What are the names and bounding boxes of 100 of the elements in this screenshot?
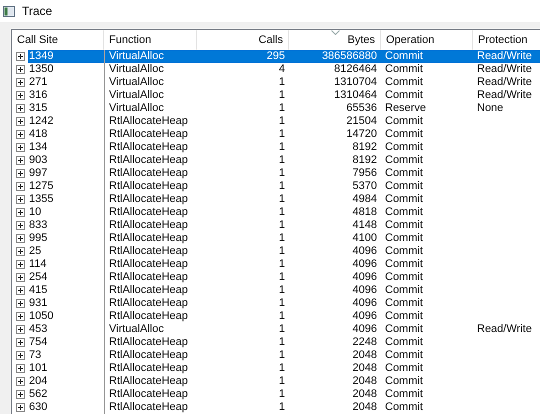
table-row[interactable]: 316 VirtualAlloc 1 1310464 Commit Read/Write — [12, 89, 540, 102]
table-cell-text: 1 — [278, 232, 286, 245]
table-cell-text: Commit — [384, 401, 424, 414]
table-row[interactable]: 134 RtlAllocateHeap 1 8192 Commit — [12, 141, 540, 154]
table-cell-text: 1 — [278, 258, 286, 271]
table-row[interactable]: 630 RtlAllocateHeap 1 2048 Commit — [12, 401, 540, 414]
table-row[interactable]: 73 RtlAllocateHeap 1 2048 Commit — [12, 349, 540, 362]
expand-icon[interactable] — [16, 195, 25, 204]
expand-icon[interactable] — [16, 104, 25, 113]
table-cell-text: 1310464 — [333, 89, 378, 102]
expand-icon[interactable] — [16, 117, 25, 126]
table-row[interactable]: 995 RtlAllocateHeap 1 4100 Commit — [12, 232, 540, 245]
table-cell-text: 1275 — [28, 180, 54, 193]
expand-icon[interactable] — [16, 169, 25, 178]
table-cell-text: 271 — [28, 76, 48, 89]
table-row[interactable]: 114 RtlAllocateHeap 1 4096 Commit — [12, 258, 540, 271]
table-row[interactable]: 562 RtlAllocateHeap 1 2048 Commit — [12, 388, 540, 401]
table-cell: VirtualAlloc — [104, 323, 197, 336]
table-cell: RtlAllocateHeap — [104, 362, 197, 375]
table-cell-text: 8192 — [352, 154, 378, 167]
table-row[interactable]: 10 RtlAllocateHeap 1 4818 Commit — [12, 206, 540, 219]
table-row[interactable]: 271 VirtualAlloc 1 1310704 Commit Read/Write — [12, 76, 540, 89]
table-row[interactable]: 101 RtlAllocateHeap 1 2048 Commit — [12, 362, 540, 375]
expand-icon[interactable] — [16, 234, 25, 243]
table-row[interactable]: 415 RtlAllocateHeap 1 4096 Commit — [12, 284, 540, 297]
table-cell: RtlAllocateHeap — [104, 310, 197, 323]
table-row[interactable]: 453 VirtualAlloc 1 4096 Commit Read/Write — [12, 323, 540, 336]
table-row[interactable]: 1275 RtlAllocateHeap 1 5370 Commit — [12, 180, 540, 193]
table-cell-text: 1 — [278, 102, 286, 115]
table-row[interactable]: 931 RtlAllocateHeap 1 4096 Commit — [12, 297, 540, 310]
expand-icon[interactable] — [16, 156, 25, 165]
table-cell-text: Commit — [384, 362, 424, 375]
table-cell: RtlAllocateHeap — [104, 388, 197, 401]
table-cell: RtlAllocateHeap — [104, 115, 197, 128]
table-row[interactable]: 315 VirtualAlloc 1 65536 Reserve None — [12, 102, 540, 115]
table-cell: RtlAllocateHeap — [104, 336, 197, 349]
table-cell-text: 14720 — [345, 128, 378, 141]
expand-icon[interactable] — [16, 182, 25, 191]
table-cell-text: 2048 — [352, 388, 378, 401]
table-row[interactable]: 833 RtlAllocateHeap 1 4148 Commit — [12, 219, 540, 232]
table-cell-text: 2048 — [352, 349, 378, 362]
expand-icon[interactable] — [16, 377, 25, 386]
table-cell-text: 2048 — [352, 401, 378, 414]
table-cell-text: 1 — [278, 193, 286, 206]
table-cell-text: 903 — [28, 154, 48, 167]
table-cell-text: Commit — [384, 180, 424, 193]
table-row[interactable]: 1050 RtlAllocateHeap 1 4096 Commit — [12, 310, 540, 323]
table-cell-text: 415 — [28, 284, 48, 297]
table-row[interactable]: 25 RtlAllocateHeap 1 4096 Commit — [12, 245, 540, 258]
table-cell-text: Commit — [384, 167, 424, 180]
table-cell: RtlAllocateHeap — [104, 193, 197, 206]
table-cell-text: Commit — [384, 128, 424, 141]
expand-icon[interactable] — [16, 312, 25, 321]
expand-icon[interactable] — [16, 273, 25, 282]
table-cell-text: 21504 — [345, 115, 378, 128]
table-row[interactable]: 1350 VirtualAlloc 4 8126464 Commit Read/Write — [12, 63, 540, 76]
table-cell-text: Commit — [384, 154, 424, 167]
table-cell: RtlAllocateHeap — [104, 375, 197, 388]
table-cell: RtlAllocateHeap — [104, 271, 197, 284]
table-cell: RtlAllocateHeap — [104, 401, 197, 414]
expand-icon[interactable] — [16, 208, 25, 217]
expand-icon[interactable] — [16, 52, 25, 61]
expand-icon[interactable] — [16, 143, 25, 152]
table-cell-text: 2048 — [352, 362, 378, 375]
table-row[interactable]: 254 RtlAllocateHeap 1 4096 Commit — [12, 271, 540, 284]
expand-icon[interactable] — [16, 299, 25, 308]
expand-icon[interactable] — [16, 325, 25, 334]
expand-icon[interactable] — [16, 286, 25, 295]
expand-icon[interactable] — [16, 351, 25, 360]
table-cell-text: 1 — [278, 154, 286, 167]
table-cell-text: Commit — [384, 206, 424, 219]
expand-icon[interactable] — [16, 364, 25, 373]
expand-icon[interactable] — [16, 403, 25, 412]
expand-icon[interactable] — [16, 221, 25, 230]
table-cell-text: 1 — [278, 284, 286, 297]
table-cell-text: 4096 — [352, 297, 378, 310]
expand-icon[interactable] — [16, 78, 25, 87]
table-row[interactable]: 1242 RtlAllocateHeap 1 21504 Commit — [12, 115, 540, 128]
expand-icon[interactable] — [16, 130, 25, 139]
table-row[interactable]: 1349 VirtualAlloc 295 386586880 Commit Read/Write — [12, 50, 540, 63]
table-cell: RtlAllocateHeap — [104, 258, 197, 271]
expand-icon[interactable] — [16, 91, 25, 100]
table-row[interactable]: 997 RtlAllocateHeap 1 7956 Commit — [12, 167, 540, 180]
expand-icon[interactable] — [16, 260, 25, 269]
table-cell-text: Commit — [384, 258, 424, 271]
expand-icon[interactable] — [16, 65, 25, 74]
expand-icon[interactable] — [16, 247, 25, 256]
table-row[interactable]: 903 RtlAllocateHeap 1 8192 Commit — [12, 154, 540, 167]
table-row[interactable]: 418 RtlAllocateHeap 1 14720 Commit — [12, 128, 540, 141]
table-cell-text: 4984 — [352, 193, 378, 206]
table-cell: RtlAllocateHeap — [104, 180, 197, 193]
table-cell: VirtualAlloc — [104, 50, 197, 63]
expand-icon[interactable] — [16, 390, 25, 399]
table-cell-text: 254 — [28, 271, 48, 284]
table-cell-text: Commit — [384, 297, 424, 310]
table-row[interactable]: 204 RtlAllocateHeap 1 2048 Commit — [12, 375, 540, 388]
expand-icon[interactable] — [16, 338, 25, 347]
table-cell-text: 1 — [278, 310, 286, 323]
table-row[interactable]: 1355 RtlAllocateHeap 1 4984 Commit — [12, 193, 540, 206]
table-row[interactable]: 754 RtlAllocateHeap 1 2248 Commit — [12, 336, 540, 349]
